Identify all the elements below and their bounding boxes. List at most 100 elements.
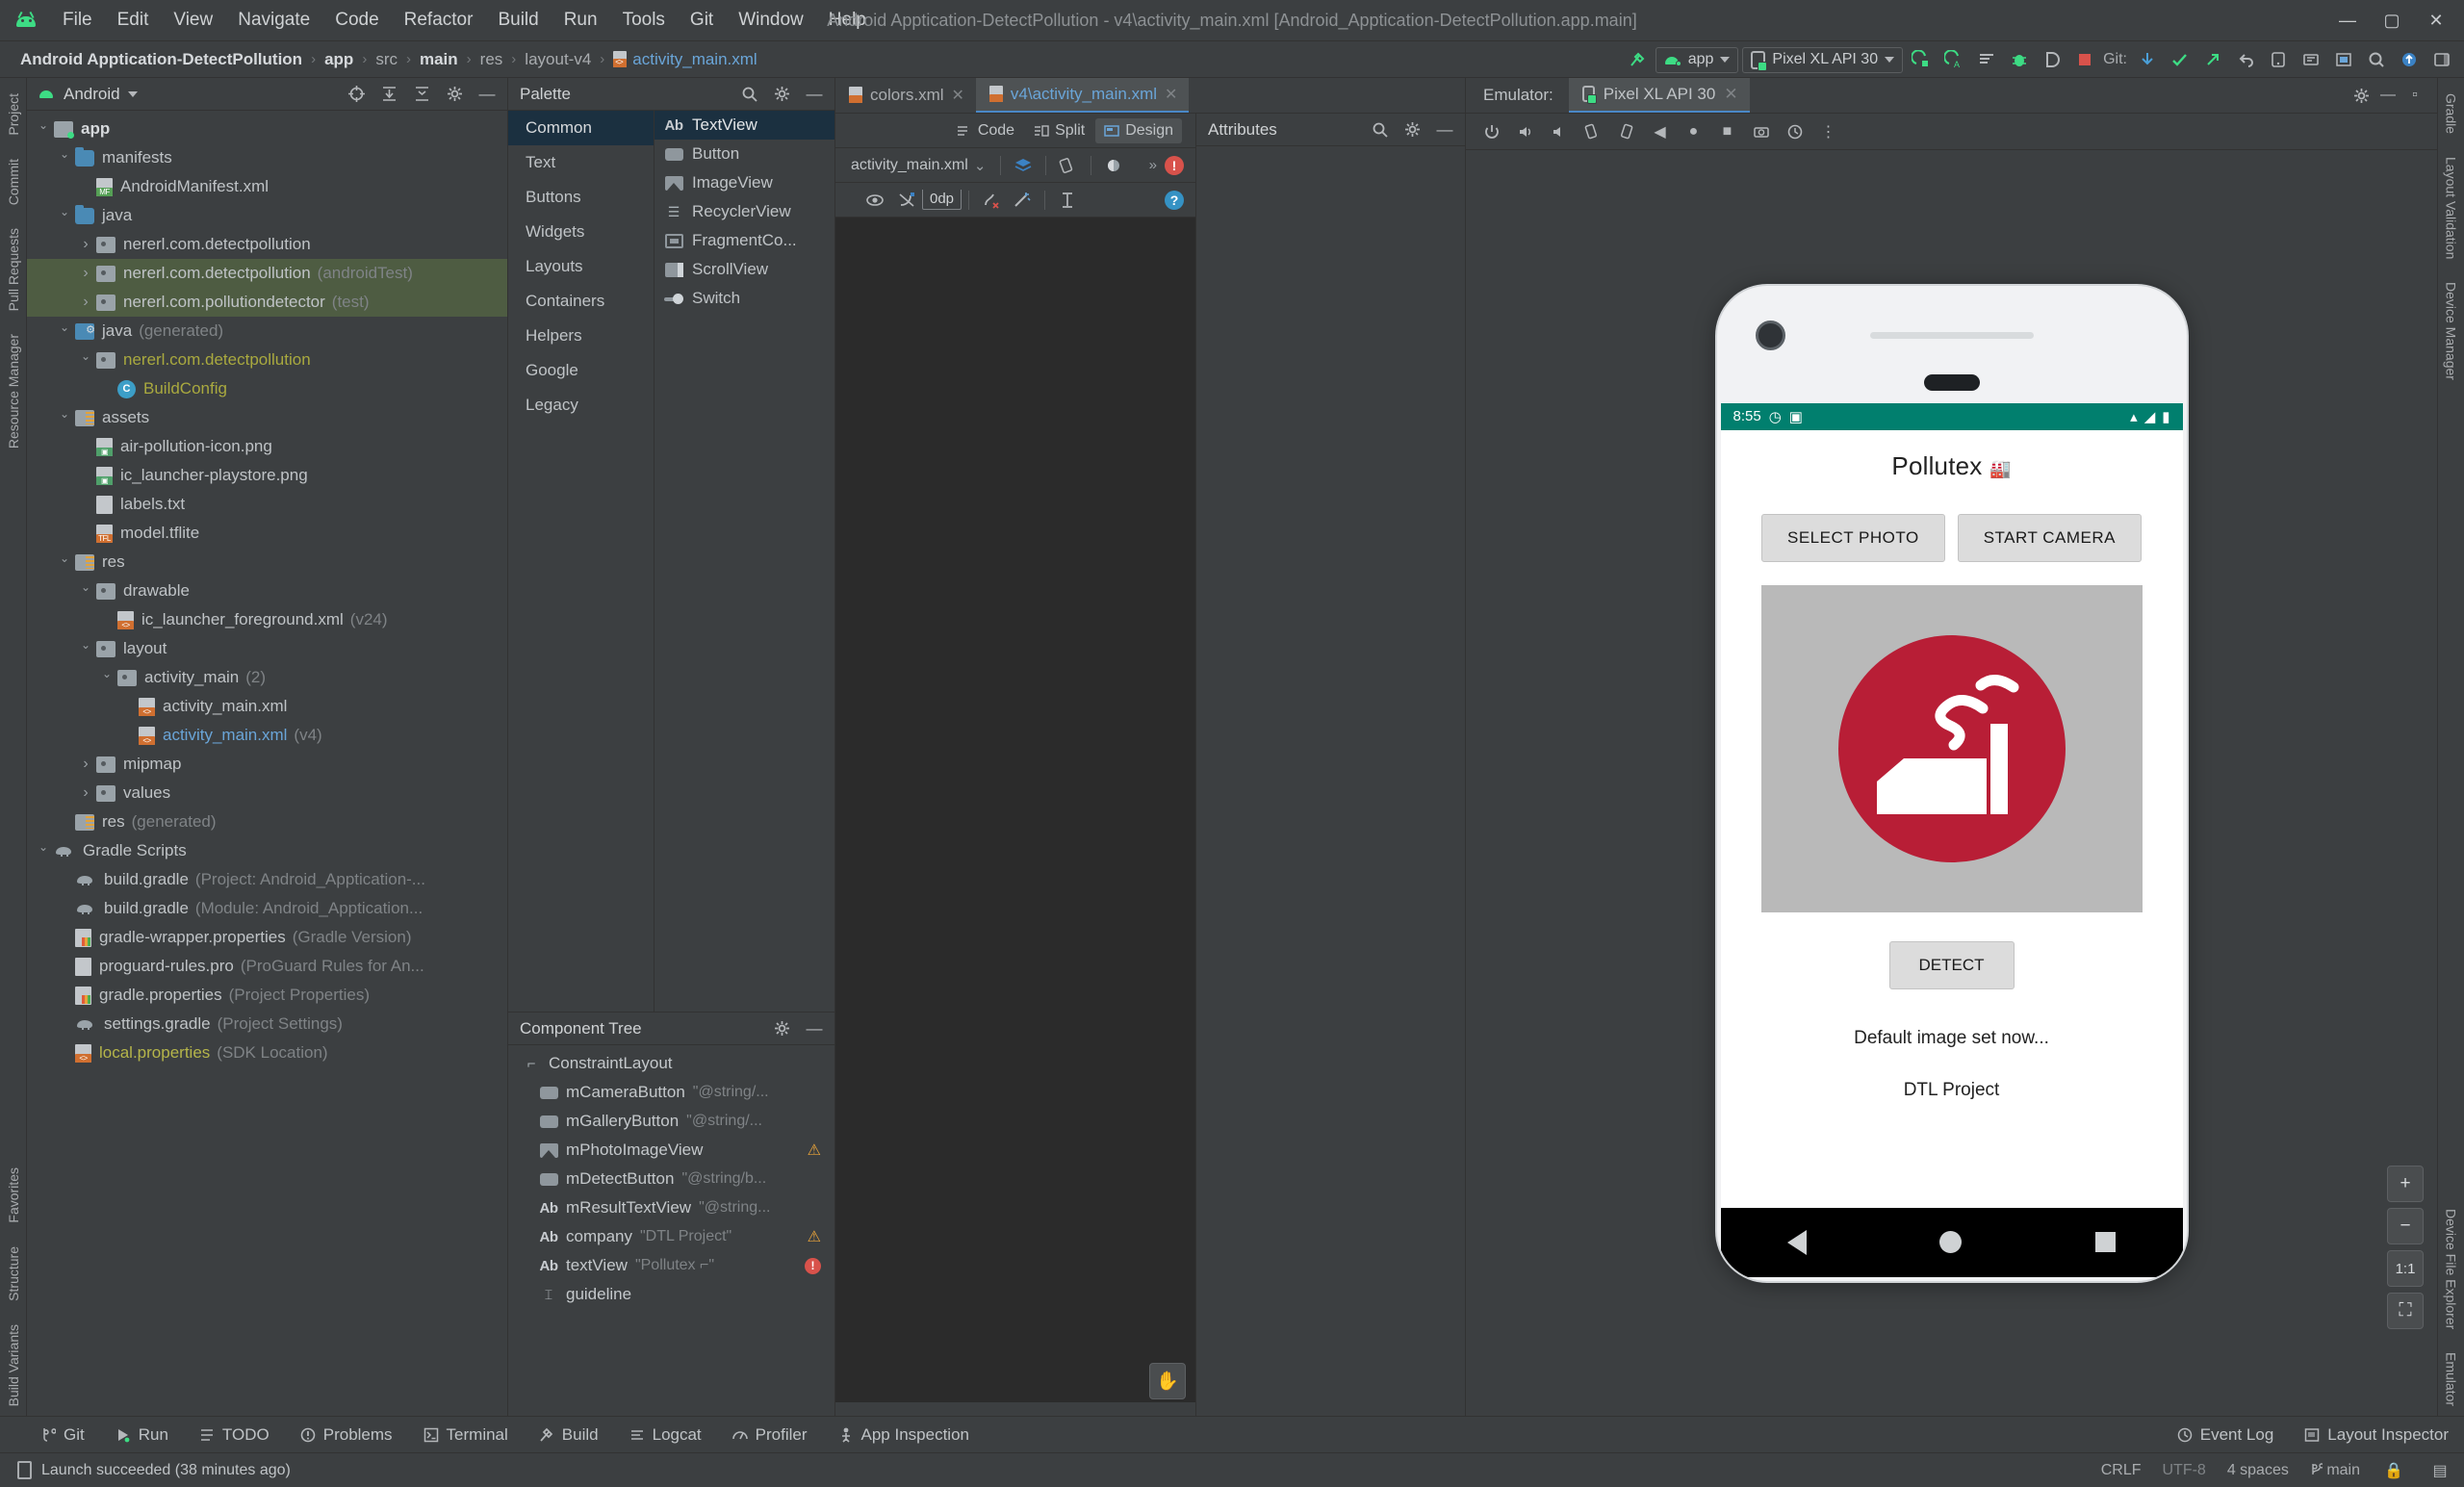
menu-run[interactable]: Run (552, 6, 610, 35)
breadcrumb-file[interactable]: <> activity_main.xml (608, 48, 761, 71)
nav-home-icon[interactable]: ● (1678, 117, 1709, 146)
chevron-down-icon[interactable] (75, 642, 96, 655)
tree-row[interactable]: java (generated) (27, 317, 507, 346)
detect-button[interactable]: DETECT (1888, 940, 2015, 989)
nav-recents-icon[interactable] (2095, 1232, 2117, 1252)
search-icon[interactable] (736, 82, 761, 107)
help-icon[interactable]: ? (1165, 190, 1184, 210)
mode-code[interactable]: Code (948, 118, 1023, 143)
menu-edit[interactable]: Edit (105, 6, 162, 35)
palette-item-fragmentco[interactable]: FragmentCo... (654, 226, 834, 255)
git-update-icon[interactable] (2133, 45, 2162, 74)
component-tree-row[interactable]: ⌐ ConstraintLayout (508, 1049, 834, 1078)
component-tree-row[interactable]: mDetectButton "@string/b... (508, 1165, 834, 1193)
status-lock-icon[interactable]: 🔒 (2381, 1458, 2406, 1483)
sidebar-tab-layout-validation[interactable]: Layout Validation (2440, 147, 2463, 269)
component-tree-row[interactable]: Ab textView "Pollutex ⌐"! (508, 1251, 834, 1280)
palette-item-textview[interactable]: Ab TextView (654, 111, 834, 140)
sidebar-tab-pull-requests[interactable]: Pull Requests (2, 218, 25, 320)
tree-row[interactable]: nererl.com.detectpollution (27, 230, 507, 259)
photo-image-view[interactable] (1760, 584, 2143, 912)
nav-back-icon[interactable]: ◀ (1644, 117, 1676, 146)
tree-row[interactable]: mipmap (27, 750, 507, 779)
tree-row[interactable]: drawable (27, 577, 507, 605)
toolwindow-git[interactable]: Git (25, 1420, 100, 1450)
sidebar-tab-structure[interactable]: Structure (2, 1237, 25, 1311)
tree-row[interactable]: gradle-wrapper.properties (Gradle Version… (27, 923, 507, 952)
chevron-down-icon[interactable] (54, 151, 75, 165)
chevron-right-icon[interactable] (75, 756, 96, 773)
palette-items[interactable]: Ab TextView Button ImageView ☰ RecyclerView Fr… (654, 111, 834, 1012)
menu-build[interactable]: Build (485, 6, 551, 35)
plugin-update-icon[interactable] (2395, 45, 2424, 74)
component-tree-row[interactable]: mCameraButton "@string/... (508, 1078, 834, 1107)
emulator-fit-button[interactable]: ⛶ (2387, 1293, 2424, 1329)
run-configuration-selector[interactable]: app (1655, 46, 1739, 73)
emulator-zoom-in-button[interactable]: + (2387, 1166, 2424, 1202)
tree-row[interactable]: activity_main (2) (27, 663, 507, 692)
breadcrumb-res[interactable]: res (475, 48, 508, 71)
tree-row[interactable]: build.gradle (Module: Android_Apptication… (27, 894, 507, 923)
breadcrumb-src[interactable]: src (371, 48, 402, 71)
palette-category-google[interactable]: Google (508, 353, 654, 388)
palette-item-imageview[interactable]: ImageView (654, 168, 834, 197)
branch-indicator[interactable]: main (2310, 1462, 2360, 1479)
nav-back-icon[interactable] (1786, 1229, 1807, 1255)
chevron-right-icon[interactable] (75, 784, 96, 802)
tree-row[interactable]: nererl.com.detectpollution (27, 346, 507, 374)
emulator-tab-pixel-xl[interactable]: Pixel XL API 30 ✕ (1568, 77, 1750, 113)
sidebar-tab-resource-manager[interactable]: Resource Manager (2, 324, 25, 458)
pan-tool-button[interactable]: ✋ (1149, 1363, 1186, 1399)
component-tree-row[interactable]: Ab company "DTL Project" ⚠ (508, 1222, 834, 1251)
nav-home-icon[interactable] (1939, 1231, 1963, 1253)
mode-split[interactable]: Split (1025, 118, 1093, 143)
palette-item-button[interactable]: Button (654, 140, 834, 168)
device-selector[interactable]: Pixel XL API 30 (1742, 46, 1904, 73)
menu-refactor[interactable]: Refactor (392, 6, 486, 35)
chevron-down-icon[interactable] (75, 584, 96, 598)
palette-category-common[interactable]: Common (508, 111, 654, 145)
menu-window[interactable]: Window (726, 6, 816, 35)
search-icon[interactable] (1367, 117, 1392, 142)
palette-item-recyclerview[interactable]: ☰ RecyclerView (654, 197, 834, 226)
maximize-button[interactable]: ▢ (2370, 0, 2414, 41)
component-tree-row[interactable]: Ab mResultTextView "@string... (508, 1193, 834, 1222)
avd-manager-icon[interactable] (2264, 45, 2293, 74)
select-photo-button[interactable]: SELECT PHOTO (1761, 513, 1945, 562)
git-commit-icon[interactable] (2166, 45, 2194, 74)
overflow-icon[interactable]: » (1149, 157, 1157, 173)
chevron-down-icon[interactable] (33, 122, 54, 136)
chevron-down-icon[interactable] (54, 555, 75, 569)
hide-palette-icon[interactable]: — (802, 82, 827, 107)
warning-icon[interactable]: ⚠ (808, 1227, 821, 1246)
component-tree-row[interactable]: mPhotoImageView ⚠ (508, 1136, 834, 1165)
undo-icon[interactable] (2231, 45, 2260, 74)
palette-categories[interactable]: Common Text Buttons Widgets Layouts Container… (508, 111, 654, 1012)
chevron-down-icon[interactable] (33, 844, 54, 858)
chevron-right-icon[interactable] (75, 265, 96, 282)
device-screen[interactable]: 8:55 ◷ ▣ ▴ ◢ ▮ Pollutex 🏭 SELECT PHOTO S… (1720, 402, 2183, 1277)
settings-gear-icon[interactable] (2427, 45, 2456, 74)
tree-row[interactable]: app (27, 115, 507, 143)
tree-row[interactable]: java (27, 201, 507, 230)
git-push-icon[interactable] (2198, 45, 2227, 74)
rerun-button[interactable] (1972, 45, 2001, 74)
expand-all-icon[interactable] (376, 82, 401, 107)
layout-file-selector[interactable]: activity_main.xml ⌄ (843, 153, 993, 178)
tree-row[interactable]: res (27, 548, 507, 577)
sidebar-tab-emulator[interactable]: Emulator (2440, 1343, 2463, 1416)
breadcrumb-project[interactable]: Android Apptication-DetectPollution (15, 48, 307, 71)
menu-tools[interactable]: Tools (610, 6, 678, 35)
default-margin-value[interactable]: 0dp (922, 190, 962, 210)
power-icon[interactable] (1476, 117, 1507, 146)
tree-row[interactable]: settings.gradle (Project Settings) (27, 1010, 507, 1038)
tree-row[interactable]: <> ic_launcher_foreground.xml (v24) (27, 605, 507, 634)
tree-row[interactable]: ▣ ic_launcher-playstore.png (27, 461, 507, 490)
chevron-down-icon[interactable] (54, 411, 75, 424)
run-button[interactable] (1907, 45, 1936, 74)
tree-row[interactable]: layout (27, 634, 507, 663)
component-tree-row[interactable]: mGalleryButton "@string/... (508, 1107, 834, 1136)
sdk-manager-icon[interactable] (2297, 45, 2325, 74)
breadcrumb-main[interactable]: main (415, 48, 463, 71)
record-icon[interactable] (1779, 117, 1810, 146)
